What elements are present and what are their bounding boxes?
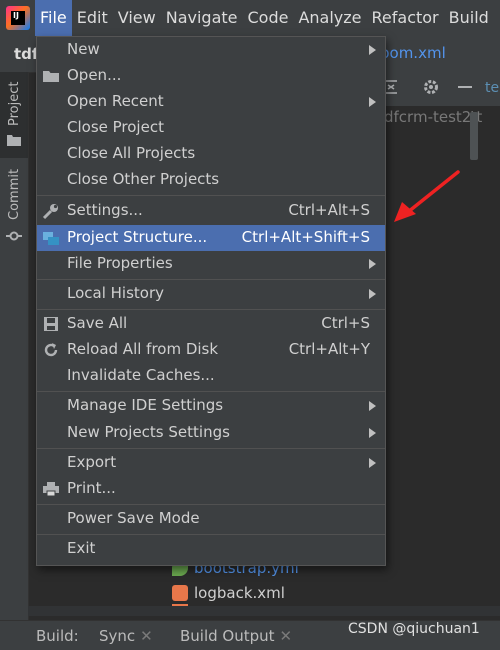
- menu-item-exit[interactable]: Exit: [37, 536, 385, 562]
- menu-view[interactable]: View: [113, 0, 161, 36]
- submenu-arrow-icon: [369, 458, 376, 468]
- left-tool-strip: Project Commit: [0, 72, 29, 620]
- tree-file-logback[interactable]: logback.xml: [172, 581, 285, 605]
- menu-separator: [37, 391, 385, 392]
- xml-file-icon: [172, 585, 188, 601]
- submenu-arrow-icon: [369, 45, 376, 55]
- submenu-arrow-icon: [369, 428, 376, 438]
- annotation-arrow-icon: [394, 170, 460, 222]
- save-icon: [42, 315, 60, 333]
- printer-icon: [42, 480, 60, 498]
- intellij-logo-icon: IJ: [6, 6, 30, 30]
- project-structure-icon: [42, 229, 60, 247]
- submenu-arrow-icon: [369, 259, 376, 269]
- commit-tool-label: Commit: [7, 168, 22, 220]
- vertical-scrollbar[interactable]: [470, 112, 478, 160]
- commit-icon: [6, 228, 22, 246]
- menu-separator: [37, 309, 385, 310]
- submenu-arrow-icon: [369, 97, 376, 107]
- close-icon[interactable]: ✕: [140, 627, 153, 645]
- file-menu-dropdown: New Open... Open Recent Close Project Cl…: [36, 36, 386, 566]
- tab-build-output[interactable]: Build Output ✕: [180, 627, 292, 645]
- folder-icon: [7, 132, 21, 150]
- menu-navigate[interactable]: Navigate: [161, 0, 243, 36]
- project-tool-button[interactable]: Project: [0, 72, 28, 158]
- menu-separator: [37, 534, 385, 535]
- menu-separator: [37, 279, 385, 280]
- commit-tool-button[interactable]: Commit: [0, 168, 28, 248]
- menu-separator: [37, 448, 385, 449]
- close-icon[interactable]: ✕: [280, 627, 293, 645]
- wrench-icon: [42, 202, 60, 220]
- menu-analyze[interactable]: Analyze: [293, 0, 366, 36]
- menu-item-new-projects-settings[interactable]: New Projects Settings: [37, 420, 385, 446]
- editor-tab-pom[interactable]: pom.xml: [380, 44, 446, 62]
- menu-item-open-recent[interactable]: Open Recent: [37, 89, 385, 115]
- horizontal-scrollbar[interactable]: [28, 606, 500, 616]
- menu-item-project-structure[interactable]: Project Structure... Ctrl+Alt+Shift+S: [37, 225, 385, 251]
- project-name[interactable]: tdf: [14, 45, 38, 63]
- menu-refactor[interactable]: Refactor: [367, 0, 444, 36]
- menu-item-close-project[interactable]: Close Project: [37, 115, 385, 141]
- menu-item-save-all[interactable]: Save All Ctrl+S: [37, 311, 385, 337]
- menu-item-close-all-projects[interactable]: Close All Projects: [37, 141, 385, 167]
- menu-item-print[interactable]: Print...: [37, 476, 385, 502]
- tab-sync[interactable]: Sync ✕: [99, 627, 153, 645]
- editor-breadcrumb: dfcrm-test2\t: [384, 108, 483, 126]
- menu-item-open[interactable]: Open...: [37, 63, 385, 89]
- menu-build[interactable]: Build: [444, 0, 494, 36]
- menu-separator: [37, 504, 385, 505]
- build-label: Build:: [36, 627, 79, 645]
- menu-file[interactable]: File: [35, 0, 72, 36]
- menu-item-invalidate-caches[interactable]: Invalidate Caches...: [37, 363, 385, 389]
- menu-item-power-save-mode[interactable]: Power Save Mode: [37, 506, 385, 532]
- menu-edit[interactable]: Edit: [72, 0, 113, 36]
- menu-separator: [37, 195, 385, 196]
- project-toolbar: [376, 72, 500, 106]
- main-menu-bar: IJ File Edit View Navigate Code Analyze …: [0, 0, 500, 36]
- menu-item-local-history[interactable]: Local History: [37, 281, 385, 307]
- menu-item-settings[interactable]: Settings... Ctrl+Alt+S: [37, 198, 385, 224]
- menu-item-file-properties[interactable]: File Properties: [37, 251, 385, 277]
- reload-icon: [42, 341, 60, 359]
- menu-item-manage-ide-settings[interactable]: Manage IDE Settings: [37, 393, 385, 419]
- menu-item-new[interactable]: New: [37, 37, 385, 63]
- menu-item-reload-all[interactable]: Reload All from Disk Ctrl+Alt+Y: [37, 337, 385, 363]
- submenu-arrow-icon: [369, 401, 376, 411]
- submenu-arrow-icon: [369, 289, 376, 299]
- minimize-icon[interactable]: [456, 78, 474, 101]
- menu-item-export[interactable]: Export: [37, 450, 385, 476]
- watermark: CSDN @qiuchuan1: [348, 621, 480, 637]
- right-tab-clip: te: [485, 80, 500, 96]
- folder-icon: [42, 67, 60, 85]
- project-tool-label: Project: [7, 81, 22, 126]
- menu-item-close-other-projects[interactable]: Close Other Projects: [37, 167, 385, 193]
- menu-code[interactable]: Code: [243, 0, 294, 36]
- gear-icon[interactable]: [422, 78, 440, 101]
